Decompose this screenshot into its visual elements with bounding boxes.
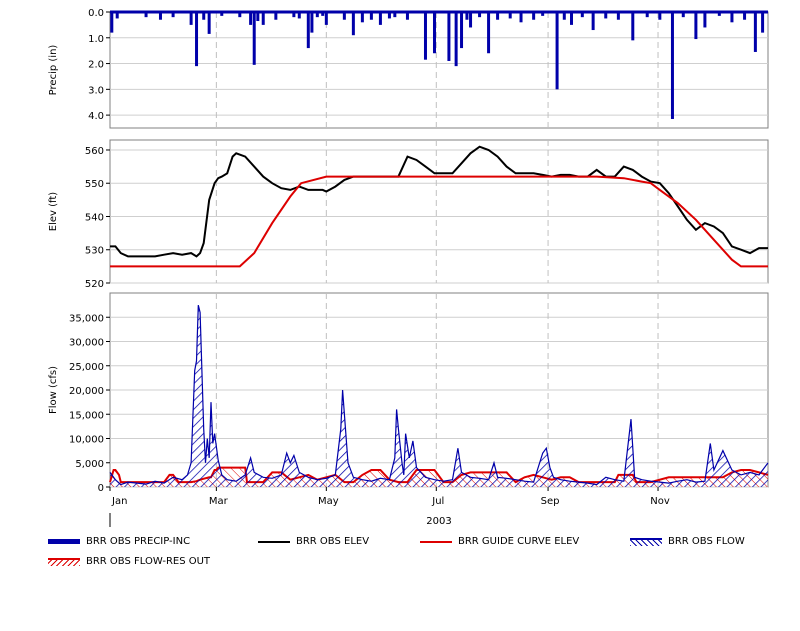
- legend-item-precip: BRR OBS PRECIP-INC: [48, 536, 190, 547]
- chart-root: 0.0 1.0 2.0 3.0 4.0 Precip (in) 520 530 540 550 56…: [0, 0, 800, 627]
- y-tick-label: 0.0: [88, 8, 104, 19]
- legend-swatch-precip: [48, 539, 80, 544]
- y-tick-label: 30,000: [69, 338, 104, 349]
- precip-bar: [324, 12, 328, 25]
- y-tick-label: 25,000: [69, 362, 104, 373]
- precip-bar: [249, 12, 253, 25]
- y-tick-label: 35,000: [69, 313, 104, 324]
- precip-bar: [730, 12, 734, 23]
- x-axis-year-label: 2003: [426, 516, 451, 527]
- precip-bar: [189, 12, 193, 25]
- legend-swatch-res-out: [48, 557, 80, 566]
- precip-bar: [703, 12, 707, 28]
- precip-bar: [378, 12, 382, 25]
- x-tick-label: Mar: [209, 496, 229, 507]
- precip-bar: [631, 12, 635, 41]
- precip-bar: [570, 12, 574, 25]
- legend-item-elev: BRR OBS ELEV: [258, 536, 369, 547]
- precip-bar: [351, 12, 355, 36]
- x-tick-label: Jan: [111, 496, 127, 507]
- precip-bar: [519, 12, 523, 23]
- y-axis-label: Flow (cfs): [48, 366, 59, 414]
- legend-label-elev: BRR OBS ELEV: [296, 536, 370, 547]
- precip-bar: [555, 12, 559, 90]
- precip-bar: [306, 12, 310, 49]
- y-tick-label: 3.0: [88, 85, 104, 96]
- precip-bar: [110, 12, 114, 33]
- legend-swatch-guide-curve: [420, 540, 452, 543]
- y-tick-label: 20,000: [69, 386, 104, 397]
- x-tick-label: Nov: [650, 496, 670, 507]
- precip-bar: [207, 12, 211, 34]
- precip-bar: [454, 12, 458, 67]
- legend-swatch-flow: [630, 537, 662, 546]
- precip-bar: [753, 12, 757, 52]
- legend-label-guide-curve: BRR GUIDE CURVE ELEV: [458, 536, 580, 547]
- x-tick-label: Sep: [541, 496, 560, 507]
- precip-bar: [469, 12, 473, 28]
- y-tick-label: 5,000: [75, 459, 104, 470]
- precip-bar: [670, 12, 674, 119]
- y-tick-label: 540: [85, 212, 104, 223]
- legend-label-flow: BRR OBS FLOW: [668, 536, 745, 547]
- precip-bar: [447, 12, 451, 61]
- precip-bar: [360, 12, 364, 23]
- y-tick-label: 530: [85, 246, 104, 257]
- y-tick-label: 4.0: [88, 111, 104, 122]
- legend-item-res-out: BRR OBS FLOW-RES OUT: [48, 556, 210, 567]
- precip-bar: [195, 12, 199, 67]
- y-tick-label: 520: [85, 279, 104, 290]
- y-tick-label: 1.0: [88, 34, 104, 45]
- precip-bar: [423, 12, 427, 60]
- y-tick-label: 560: [85, 146, 104, 157]
- y-tick-label: 0: [98, 483, 104, 494]
- x-tick-label: May: [318, 496, 339, 507]
- legend-swatch-elev: [258, 540, 290, 543]
- y-axis-label: Precip (in): [48, 45, 59, 96]
- precip-bar: [432, 12, 436, 54]
- legend-label-res-out: BRR OBS FLOW-RES OUT: [86, 556, 211, 567]
- precip-bar: [694, 12, 698, 40]
- precip-bar: [487, 12, 491, 54]
- y-axis-label: Elev (ft): [48, 192, 59, 232]
- precip-bar: [761, 12, 765, 33]
- y-tick-label: 10,000: [69, 435, 104, 446]
- precip-bar: [591, 12, 595, 31]
- chart-svg: 0.0 1.0 2.0 3.0 4.0 Precip (in) 520 530 540 550 56…: [48, 8, 769, 527]
- precip-bar: [252, 12, 256, 65]
- legend-item-flow: BRR OBS FLOW: [630, 536, 745, 547]
- y-tick-label: 2.0: [88, 60, 104, 71]
- precip-bar: [460, 12, 464, 49]
- y-tick-label: 550: [85, 179, 104, 190]
- precip-bar: [261, 12, 265, 25]
- legend-item-guide-curve: BRR GUIDE CURVE ELEV: [420, 536, 579, 547]
- precip-bar: [310, 12, 314, 33]
- y-tick-label: 15,000: [69, 410, 104, 421]
- x-tick-label: Jul: [431, 496, 444, 507]
- legend-label-precip: BRR OBS PRECIP-INC: [86, 536, 191, 547]
- chart-legend: BRR OBS PRECIP-INC BRR OBS ELEV BRR GUID…: [0, 536, 800, 576]
